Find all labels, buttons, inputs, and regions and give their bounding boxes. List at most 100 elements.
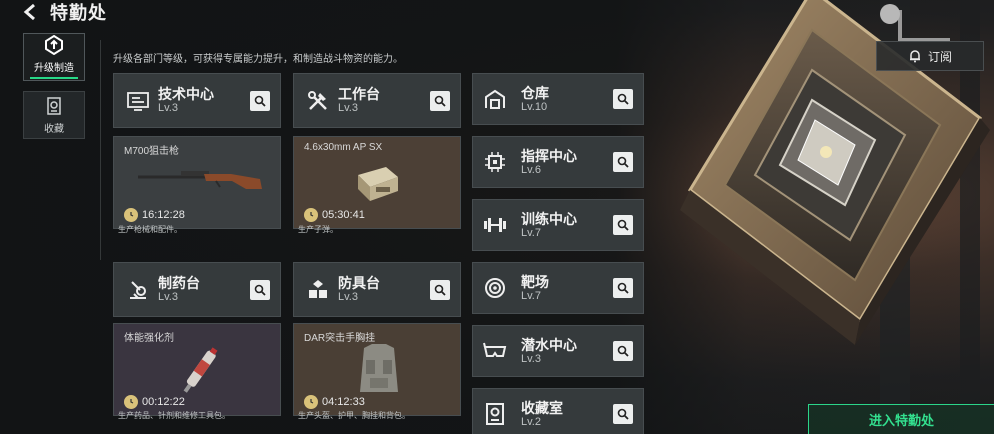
timer-clock-icon: [124, 208, 138, 222]
dept-description: 生产子弹。: [298, 225, 338, 234]
dept-level: Lv.3: [158, 102, 178, 114]
craft-timer: 04:12:33: [304, 395, 365, 409]
warehouse-icon: [479, 83, 511, 115]
craft-slot-workbench[interactable]: 4.6x30mm AP SX 05:30:41: [293, 136, 461, 229]
dept-name: 收藏室: [521, 399, 563, 416]
craft-item-name: 体能强化剂: [124, 333, 174, 344]
diving-center-icon: [479, 335, 511, 367]
upgrade-craft-icon: [45, 35, 63, 55]
craft-slot-pharmacy[interactable]: 体能强化剂 00:12:22: [113, 323, 281, 416]
search-icon: [254, 95, 266, 107]
search-button[interactable]: [430, 279, 450, 300]
dept-level: Lv.10: [521, 100, 548, 113]
search-button[interactable]: [613, 215, 633, 235]
craft-slot-armor-bench[interactable]: DAR突击手胸挂 04:12:33: [293, 323, 461, 416]
timer-clock-icon: [304, 208, 318, 222]
tech-center-icon: [122, 85, 154, 117]
search-icon: [617, 219, 629, 231]
search-button[interactable]: [613, 89, 633, 109]
dept-level: Lv.3: [521, 352, 541, 365]
craft-slot-tech-center[interactable]: M700狙击枪 16:12:28: [113, 136, 281, 229]
dept-name: 技术中心: [158, 86, 214, 102]
training-center-icon: [479, 209, 511, 241]
shooting-range-icon: [479, 272, 511, 304]
search-button[interactable]: [613, 404, 633, 424]
nav-label: 升级制造: [34, 63, 74, 74]
dept-card-training-center[interactable]: 训练中心 Lv.7: [472, 199, 644, 251]
craft-time-remaining: 05:30:41: [322, 209, 365, 221]
search-button[interactable]: [250, 279, 270, 300]
search-icon: [617, 408, 629, 420]
command-center-icon: [479, 146, 511, 178]
search-button[interactable]: [613, 152, 633, 172]
dept-name: 指挥中心: [521, 147, 577, 164]
dept-level: Lv.3: [338, 291, 358, 303]
dept-name: 制药台: [158, 275, 200, 291]
subscribe-label: 订阅: [927, 49, 952, 64]
dept-name: 潜水中心: [521, 336, 577, 353]
collection-icon: [47, 96, 61, 115]
dept-name: 防具台: [338, 275, 380, 291]
dept-card-armor-bench[interactable]: 防具台 Lv.3: [293, 262, 461, 317]
craft-time-remaining: 00:12:22: [142, 396, 185, 408]
search-icon: [434, 95, 446, 107]
search-button[interactable]: [613, 278, 633, 298]
stim-injector-image: [183, 347, 218, 393]
nav-collection[interactable]: 收藏: [23, 91, 85, 139]
rifle-image: [138, 171, 262, 189]
search-icon: [434, 284, 446, 296]
nav-label: 收藏: [44, 123, 64, 135]
craft-timer: 16:12:28: [124, 208, 185, 222]
dept-level: Lv.6: [521, 163, 541, 176]
dept-card-pharmacy[interactable]: 制药台 Lv.3: [113, 262, 281, 317]
craft-timer: 00:12:22: [124, 395, 185, 409]
search-icon: [617, 156, 629, 168]
dept-card-workbench[interactable]: 工作台 Lv.3: [293, 73, 461, 128]
dept-card-tech-center[interactable]: 技术中心 Lv.3: [113, 73, 281, 128]
timer-clock-icon: [304, 395, 318, 409]
dept-card-command-center[interactable]: 指挥中心 Lv.6: [472, 136, 644, 188]
dept-name: 训练中心: [521, 210, 577, 227]
dept-description: 生产头盔、护甲、胸挂和背包。: [298, 411, 410, 420]
craft-time-remaining: 04:12:33: [322, 396, 365, 408]
back-arrow-icon[interactable]: [16, 0, 44, 24]
dept-level: Lv.3: [158, 291, 178, 303]
dept-card-shooting-range[interactable]: 靶场 Lv.7: [472, 262, 644, 314]
search-icon: [617, 345, 629, 357]
dept-level: Lv.7: [521, 289, 541, 302]
dept-card-diving-center[interactable]: 潜水中心 Lv.3: [472, 325, 644, 377]
page-description: 升级各部门等级，可获得专属能力提升，和制造战斗物资的能力。: [113, 54, 403, 65]
search-icon: [617, 93, 629, 105]
pharmacy-icon: [122, 274, 154, 306]
search-icon: [254, 284, 266, 296]
enter-special-ops-button[interactable]: 进入特勤处: [808, 404, 994, 434]
header: 特勤处: [0, 0, 107, 24]
left-nav: 升级制造 收藏: [23, 33, 85, 149]
craft-item-name: 4.6x30mm AP SX: [304, 142, 383, 153]
ammo-box-image: [358, 167, 398, 201]
dept-card-warehouse[interactable]: 仓库 Lv.10: [472, 73, 644, 125]
search-button[interactable]: [250, 90, 270, 111]
nav-upgrade-craft[interactable]: 升级制造: [23, 33, 85, 81]
page-title: 特勤处: [50, 3, 107, 23]
search-icon: [617, 282, 629, 294]
dept-card-collection-room[interactable]: 收藏室 Lv.2: [472, 388, 644, 434]
search-button[interactable]: [430, 90, 450, 111]
craft-item-name: M700狙击枪: [124, 146, 180, 157]
search-button[interactable]: [613, 341, 633, 361]
workbench-tools-icon: [302, 85, 334, 117]
craft-time-remaining: 16:12:28: [142, 209, 185, 221]
dept-description: 生产枪械和配件。: [118, 225, 182, 234]
dept-name: 仓库: [521, 84, 549, 101]
armor-bench-icon: [302, 274, 334, 306]
dept-description: 生产药品、针剂和维修工具包。: [118, 411, 230, 420]
subscribe-button[interactable]: 订阅: [876, 41, 984, 71]
dept-name: 靶场: [521, 273, 549, 290]
timer-clock-icon: [124, 395, 138, 409]
dept-name: 工作台: [338, 86, 380, 102]
craft-timer: 05:30:41: [304, 208, 365, 222]
chest-rig-image: [360, 344, 398, 392]
divider: [100, 40, 101, 260]
dept-level: Lv.7: [521, 226, 541, 239]
collection-room-icon: [479, 398, 511, 430]
